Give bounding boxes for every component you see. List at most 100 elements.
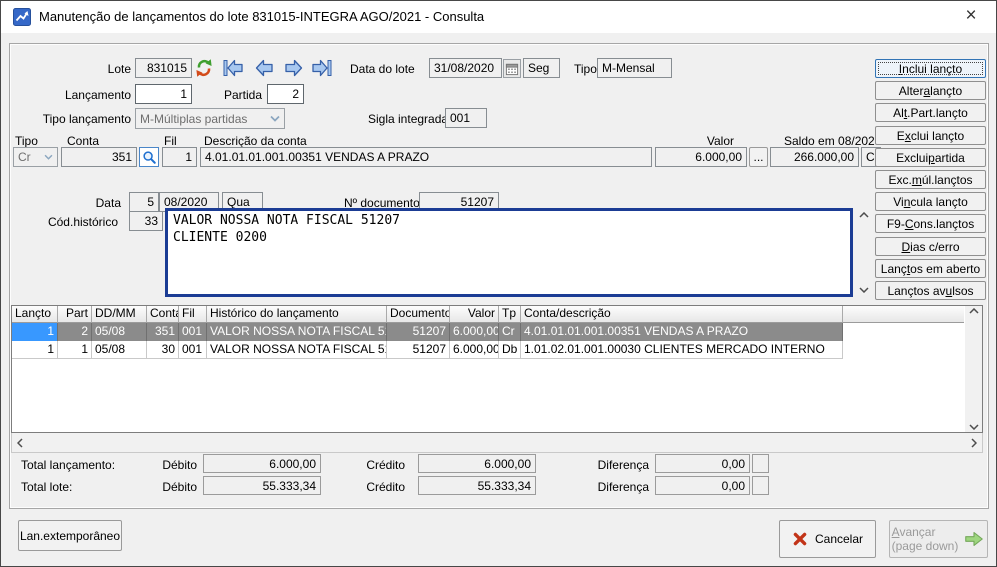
cell-tp[interactable]: Cr [499,323,521,341]
partida-label: Partida [224,88,262,102]
exc-mul-lanctos-button[interactable]: Exc.múl.lançtos [875,170,986,189]
cell-documento[interactable]: 51207 [387,323,450,341]
avancar-button[interactable]: Avançar(page down) [889,520,988,558]
col-valor[interactable]: Valor [450,306,499,323]
alt-part-lancto-button[interactable]: Alt.Part.lançto [875,103,986,122]
col-filler [843,306,964,323]
cancelar-button[interactable]: Cancelar [779,520,876,558]
table-row[interactable]: 1 1 05/08 30 001 VALOR NOSSA NOTA FISCAL… [12,341,964,359]
conta-tipo-label: Tipo [15,134,38,148]
data-day-field[interactable]: 5 [129,192,159,212]
exclui-partida-button[interactable]: Exclui partida [875,148,986,167]
diferenca-label: Diferença [569,458,649,472]
scroll-up-icon[interactable] [969,308,979,314]
scroll-left-icon[interactable] [17,438,23,448]
cell-lancto[interactable]: 1 [12,341,58,359]
refresh-icon[interactable] [194,58,214,78]
col-part[interactable]: Part [58,306,92,323]
cell-part[interactable]: 1 [58,341,92,359]
tipo-lancamento-value: M-Múltiplas partidas [140,112,247,126]
col-lancto[interactable]: Lançto [12,306,58,323]
dias-c-erro-button[interactable]: Dias c/erro [875,237,986,256]
valor-field[interactable]: 6.000,00 [655,147,747,167]
total-lancamento-diferenca-field[interactable]: 0,00 [655,454,750,473]
more-button[interactable]: ... [749,147,768,167]
lanctos-avulsos-button[interactable]: Lançtos avulsos [875,281,986,300]
data-do-lote-field[interactable]: 31/08/2020 [429,58,502,78]
fil-field[interactable]: 1 [162,147,197,167]
cell-ddmm[interactable]: 05/08 [92,341,147,359]
cell-fil[interactable]: 001 [179,341,207,359]
total-lote-debito-field[interactable]: 55.333,34 [203,476,321,495]
col-conta[interactable]: Conta [147,306,179,323]
historico-textarea[interactable]: VALOR NOSSA NOTA FISCAL 51207 CLIENTE 02… [165,208,853,297]
col-documento[interactable]: Documento [387,306,450,323]
cell-lancto[interactable]: 1 [12,323,58,341]
col-conta-descricao[interactable]: Conta/descrição [521,306,843,323]
cod-historico-field[interactable]: 33 [129,211,163,231]
cell-fil[interactable]: 001 [179,323,207,341]
first-record-button[interactable] [221,58,245,78]
total-lote-dc-field[interactable] [752,476,769,495]
sigla-integrada-field[interactable]: 001 [445,108,487,128]
cell-conta[interactable]: 351 [147,323,179,341]
cell-documento[interactable]: 51207 [387,341,450,359]
previous-record-button[interactable] [252,58,276,78]
cell-valor[interactable]: 6.000,00 [450,323,499,341]
total-lancamento-credito-field[interactable]: 6.000,00 [418,454,536,473]
next-record-button[interactable] [282,58,306,78]
last-record-button[interactable] [310,58,334,78]
partida-field[interactable]: 2 [267,84,304,104]
lanctos-em-aberto-button[interactable]: Lançtos em aberto [875,259,986,278]
chevron-down-icon [44,154,53,160]
inclui-lancto-button[interactable]: Inclui lançto [875,59,986,78]
col-tp[interactable]: Tp [499,306,521,323]
historico-line-1: VALOR NOSSA NOTA FISCAL 51207 [173,212,845,229]
weekday-field[interactable]: Seg [523,58,560,78]
col-historico[interactable]: Histórico do lançamento [207,306,387,323]
scroll-down-icon[interactable] [859,287,869,293]
total-lancamento-dc-field[interactable] [752,454,769,473]
cell-valor[interactable]: 6.000,00 [450,341,499,359]
total-lote-credito-field[interactable]: 55.333,34 [418,476,536,495]
scroll-down-icon[interactable] [969,424,979,430]
altera-lancto-button[interactable]: Altera lançto [875,81,986,100]
saldo-field[interactable]: 266.000,00 [770,147,859,167]
lote-field[interactable]: 831015 [135,58,192,78]
table-row-selected[interactable]: 1 2 05/08 351 001 VALOR NOSSA NOTA FISCA… [12,323,964,341]
search-icon[interactable] [139,147,159,167]
cell-conta-descricao[interactable]: 4.01.01.01.001.00351 VENDAS A PRAZO [521,323,843,341]
conta-tipo-select[interactable]: Cr [13,147,58,167]
tipo-lancamento-select[interactable]: M-Múltiplas partidas [135,108,285,129]
scroll-up-icon[interactable] [859,212,869,218]
historico-line-2: CLIENTE 0200 [173,229,845,246]
vincula-lancto-button[interactable]: Vincula lançto [875,192,986,211]
f9-cons-lanctos-button[interactable]: F9-Cons.lançtos [875,214,986,233]
debito-label: Débito [117,458,197,472]
total-lote-diferenca-field[interactable]: 0,00 [655,476,750,495]
table-scrollbar-vertical[interactable] [965,306,982,432]
cell-ddmm[interactable]: 05/08 [92,323,147,341]
close-button[interactable]: × [954,2,988,30]
cell-historico[interactable]: VALOR NOSSA NOTA FISCAL 51207 [207,341,387,359]
exclui-lancto-button[interactable]: Exclui lançto [875,126,986,145]
historico-scrollbar[interactable] [854,210,873,295]
cell-historico[interactable]: VALOR NOSSA NOTA FISCAL 51207 [207,323,387,341]
col-fil[interactable]: Fil [179,306,207,323]
cell-conta[interactable]: 30 [147,341,179,359]
tipo-field[interactable]: M-Mensal [597,58,672,78]
dialog-window: Manutenção de lançamentos do lote 831015… [0,0,997,567]
descricao-conta-field[interactable]: 4.01.01.01.001.00351 VENDAS A PRAZO [200,147,652,167]
col-ddmm[interactable]: DD/MM [92,306,147,323]
cell-tp[interactable]: Db [499,341,521,359]
table-scrollbar-horizontal[interactable] [11,433,983,453]
cell-conta-descricao[interactable]: 1.01.02.01.001.00030 CLIENTES MERCADO IN… [521,341,843,359]
total-lancamento-debito-field[interactable]: 6.000,00 [203,454,321,473]
calendar-icon[interactable] [503,59,521,78]
title-bar: Manutenção de lançamentos do lote 831015… [1,1,996,33]
cell-part[interactable]: 2 [58,323,92,341]
lancamento-field[interactable]: 1 [135,84,192,104]
scroll-right-icon[interactable] [971,438,977,448]
conta-field[interactable]: 351 [61,147,137,167]
lan-extemporaneo-button[interactable]: Lan.extemporâneo [18,520,122,551]
